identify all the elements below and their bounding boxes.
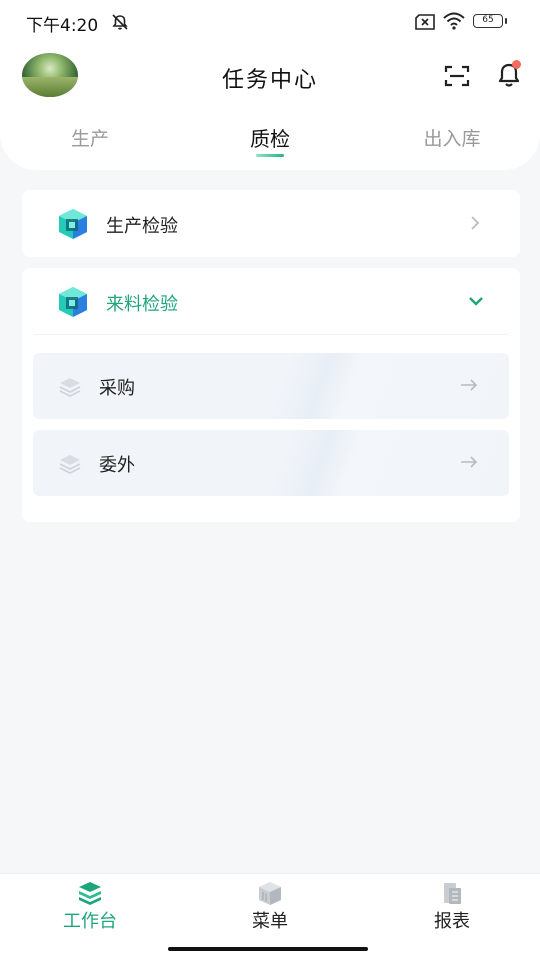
list-item-outsourcing[interactable]: 委外 bbox=[33, 430, 509, 496]
tab-warehouse[interactable]: 出入库 bbox=[423, 124, 480, 151]
tab-production[interactable]: 生产 bbox=[71, 124, 109, 151]
workbench-icon bbox=[79, 882, 101, 905]
wifi-icon bbox=[443, 12, 465, 30]
nav-workbench[interactable]: 工作台 bbox=[30, 874, 150, 934]
status-time: 下午4:20 bbox=[26, 16, 99, 36]
notification-dot bbox=[512, 60, 521, 69]
no-sim-icon bbox=[415, 14, 435, 30]
active-tab-indicator bbox=[256, 154, 284, 157]
menu-icon bbox=[259, 882, 281, 905]
divider bbox=[34, 334, 508, 335]
nav-label: 报表 bbox=[434, 911, 470, 932]
layers-icon bbox=[59, 455, 81, 474]
battery-indicator: 65 bbox=[473, 14, 507, 28]
chevron-down-icon bbox=[469, 297, 483, 306]
list-item-label: 采购 bbox=[99, 378, 135, 399]
cube-icon bbox=[59, 287, 87, 317]
notification-button[interactable] bbox=[494, 60, 524, 90]
tab-quality-inspection[interactable]: 质检 bbox=[250, 123, 290, 152]
nav-label: 工作台 bbox=[63, 911, 117, 932]
tab-bar: 生产 质检 出入库 bbox=[0, 112, 540, 162]
list-item-label: 委外 bbox=[99, 455, 135, 476]
arrow-right-icon bbox=[461, 379, 478, 391]
nav-label: 菜单 bbox=[252, 911, 288, 932]
section-incoming-inspection: 来料检验 采购 委外 bbox=[22, 268, 520, 522]
top-panel: 下午4:20 65 任务中心 生产 质检 出入库 bbox=[0, 0, 540, 170]
app-header: 任务中心 bbox=[0, 44, 540, 110]
nav-report[interactable]: 报表 bbox=[392, 874, 512, 934]
status-bar: 下午4:20 65 bbox=[0, 0, 540, 44]
report-icon bbox=[444, 883, 461, 904]
cube-icon bbox=[59, 209, 87, 239]
home-indicator[interactable] bbox=[168, 947, 368, 951]
chevron-right-icon bbox=[471, 216, 480, 230]
scan-icon[interactable] bbox=[444, 64, 470, 88]
nav-menu[interactable]: 菜单 bbox=[210, 874, 330, 934]
section-production-inspection[interactable]: 生产检验 bbox=[22, 190, 520, 257]
arrow-right-icon bbox=[461, 456, 478, 468]
section-label: 来料检验 bbox=[106, 294, 178, 315]
layers-icon bbox=[59, 378, 81, 397]
section-header[interactable]: 来料检验 bbox=[22, 268, 520, 335]
list-item-purchase[interactable]: 采购 bbox=[33, 353, 509, 419]
section-label: 生产检验 bbox=[106, 216, 178, 237]
alarm-off-icon bbox=[112, 14, 128, 30]
